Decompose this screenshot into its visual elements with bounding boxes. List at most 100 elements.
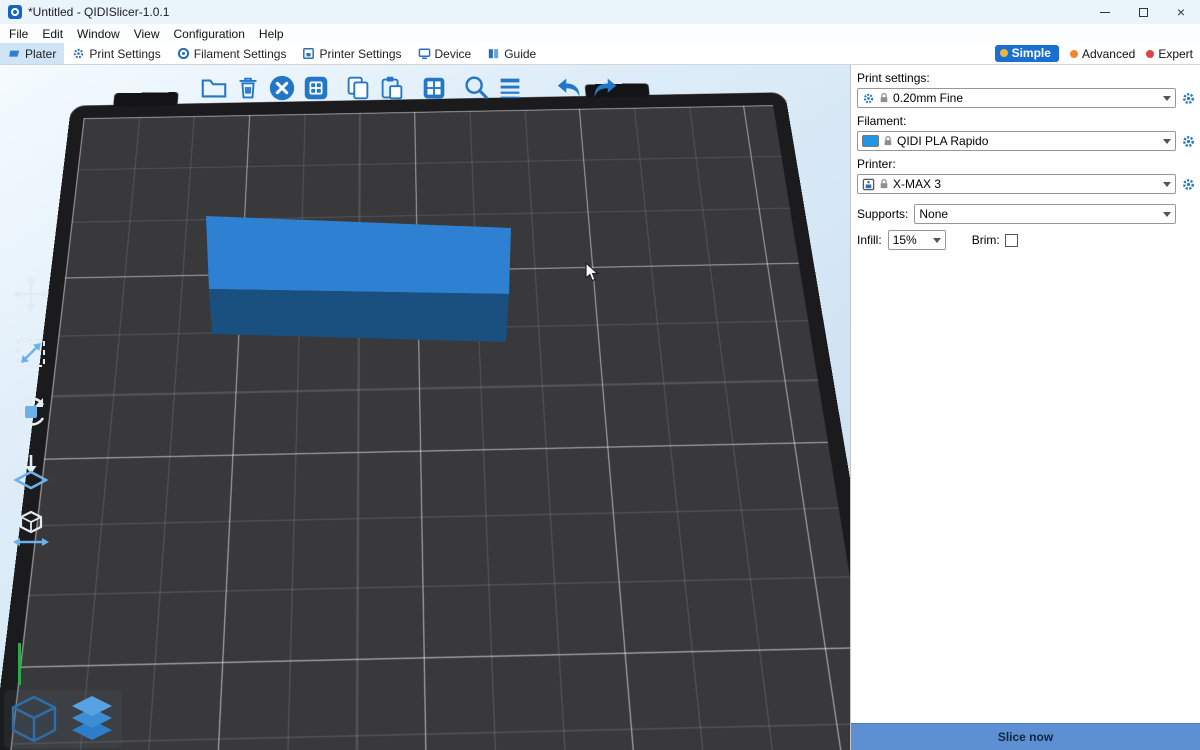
menu-edit[interactable]: Edit — [35, 27, 70, 41]
mode-advanced[interactable]: Advanced — [1070, 47, 1135, 61]
menu-view[interactable]: View — [127, 27, 167, 41]
plater-3d-view[interactable] — [0, 65, 850, 750]
mode-selector: Simple Advanced Expert — [995, 45, 1200, 62]
tab-label: Device — [435, 47, 472, 61]
plate-clip — [113, 92, 178, 107]
tab-guide[interactable]: Guide — [479, 43, 544, 64]
rotate-icon — [10, 391, 52, 433]
mouse-cursor — [585, 262, 601, 284]
place-on-face-icon — [10, 450, 52, 492]
window-title: *Untitled - QIDISlicer-1.0.1 — [28, 5, 169, 19]
measure-button[interactable] — [10, 509, 52, 551]
build-plate[interactable] — [0, 92, 850, 750]
move-button[interactable] — [10, 273, 52, 315]
trash-icon — [233, 73, 263, 103]
filament-label: Filament: — [857, 114, 1200, 128]
editor-cube-icon — [6, 692, 62, 746]
undo-button[interactable] — [553, 71, 587, 105]
mode-label: Advanced — [1082, 47, 1135, 61]
menu-window[interactable]: Window — [70, 27, 127, 41]
printer-combo[interactable]: X-MAX 3 — [857, 174, 1176, 194]
window-controls: × — [1086, 0, 1200, 24]
copy-icon — [343, 73, 373, 103]
print-settings-edit-button[interactable] — [1181, 91, 1196, 106]
copy-button[interactable] — [341, 71, 375, 105]
tab-label: Filament Settings — [194, 47, 287, 61]
menu-help[interactable]: Help — [252, 27, 291, 41]
rotate-button[interactable] — [10, 391, 52, 433]
device-icon — [418, 47, 431, 60]
tab-filament-settings[interactable]: Filament Settings — [169, 43, 295, 64]
tab-print-settings[interactable]: Print Settings — [64, 43, 168, 64]
close-button[interactable]: × — [1162, 0, 1200, 24]
open-button[interactable] — [197, 71, 231, 105]
menu-configuration[interactable]: Configuration — [167, 27, 252, 41]
printer-value: X-MAX 3 — [893, 177, 1159, 191]
settings-sidebar: Print settings: 0.20mm Fine Filament: QI… — [850, 65, 1200, 750]
minimize-icon — [1100, 12, 1110, 13]
split-button[interactable] — [417, 71, 451, 105]
tab-printer-settings[interactable]: Printer Settings — [294, 43, 409, 64]
preview-view-button[interactable] — [64, 692, 120, 746]
scale-button[interactable] — [10, 332, 52, 374]
search-button[interactable] — [459, 71, 493, 105]
tab-label: Printer Settings — [319, 47, 401, 61]
tab-device[interactable]: Device — [410, 43, 480, 64]
filament-combo[interactable]: QIDI PLA Rapido — [857, 131, 1176, 151]
plater-icon — [8, 47, 21, 60]
tab-plater[interactable]: Plater — [0, 43, 64, 64]
tab-label: Print Settings — [89, 47, 160, 61]
redo-button[interactable] — [587, 71, 621, 105]
chevron-down-icon — [1163, 182, 1171, 187]
close-icon: × — [1177, 5, 1185, 19]
plater-toolbar — [197, 71, 621, 105]
filament-edit-button[interactable] — [1181, 134, 1196, 149]
filament-color-swatch — [862, 135, 879, 147]
menubar: File Edit Window View Configuration Help — [0, 24, 1200, 43]
expert-dot-icon — [1146, 50, 1154, 58]
delete-all-button[interactable] — [265, 71, 299, 105]
printer-label: Printer: — [857, 157, 1200, 171]
printer-edit-button[interactable] — [1181, 177, 1196, 192]
gear-icon — [1181, 177, 1196, 192]
print-settings-combo[interactable]: 0.20mm Fine — [857, 88, 1176, 108]
mode-expert[interactable]: Expert — [1146, 47, 1193, 61]
gear-icon — [1181, 134, 1196, 149]
menu-file[interactable]: File — [2, 27, 35, 41]
infill-combo[interactable]: 15% — [888, 230, 946, 250]
gear-icon — [862, 92, 875, 105]
open-folder-icon — [199, 73, 229, 103]
place-on-face-button[interactable] — [10, 450, 52, 492]
titlebar: *Untitled - QIDISlicer-1.0.1 × — [0, 0, 1200, 24]
chevron-down-icon — [1163, 139, 1171, 144]
supports-combo[interactable]: None — [914, 204, 1176, 224]
slice-now-button[interactable]: Slice now — [851, 723, 1200, 750]
minimize-button[interactable] — [1086, 0, 1124, 24]
simple-dot-icon — [1000, 49, 1008, 57]
delete-all-icon — [267, 73, 297, 103]
mode-label: Expert — [1158, 47, 1193, 61]
print-settings-icon — [72, 47, 85, 60]
advanced-dot-icon — [1070, 50, 1078, 58]
maximize-icon — [1139, 8, 1148, 17]
search-icon — [461, 73, 491, 103]
gizmo-toolbar — [10, 273, 52, 551]
layers-icon — [495, 73, 525, 103]
maximize-button[interactable] — [1124, 0, 1162, 24]
brim-checkbox[interactable] — [1005, 234, 1018, 247]
view-switcher — [4, 690, 122, 748]
variable-layer-height-button[interactable] — [493, 71, 527, 105]
qidislicer-window: *Untitled - QIDISlicer-1.0.1 × File Edit… — [0, 0, 1200, 750]
paste-button[interactable] — [375, 71, 409, 105]
chevron-down-icon — [933, 238, 941, 243]
lock-icon — [879, 178, 889, 190]
lock-icon — [879, 92, 889, 104]
infill-label: Infill: — [857, 233, 882, 247]
editor-view-button[interactable] — [6, 692, 62, 746]
arrange-button[interactable] — [299, 71, 333, 105]
undo-icon — [555, 73, 585, 103]
mode-simple[interactable]: Simple — [995, 45, 1059, 62]
chevron-down-icon — [1163, 96, 1171, 101]
measure-icon — [10, 509, 52, 551]
delete-button[interactable] — [231, 71, 265, 105]
